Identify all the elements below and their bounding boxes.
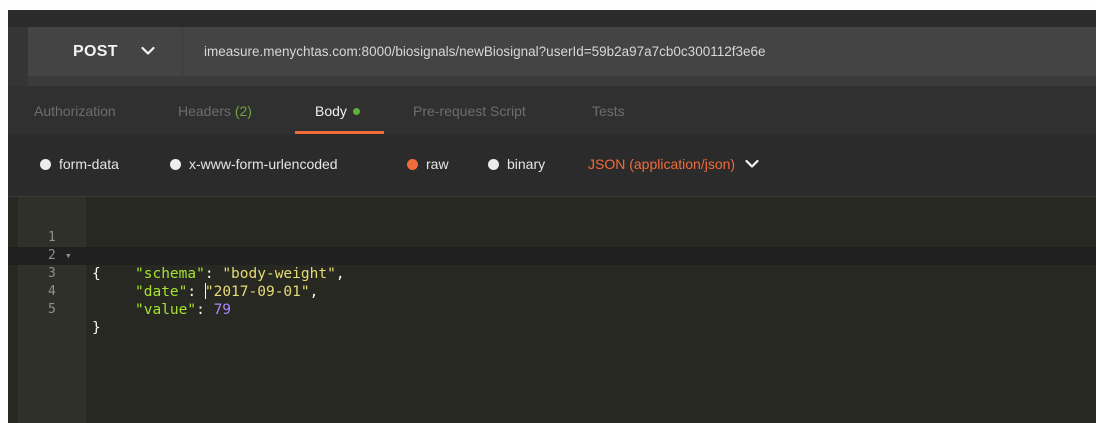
chevron-down-icon	[745, 159, 759, 168]
json-key: "date"	[135, 284, 188, 300]
code-line: 1 ▾ {	[8, 211, 101, 282]
close-brace: }	[92, 320, 101, 336]
content-type-dropdown[interactable]: JSON (application/json)	[588, 154, 759, 174]
request-bar: POST imeasure.menychtas.com:8000/biosign…	[8, 10, 1096, 86]
content-type-label: JSON (application/json)	[588, 156, 736, 172]
open-brace: {	[92, 266, 101, 282]
body-type-selector: form-data x-www-form-urlencoded raw bina…	[8, 134, 1096, 196]
line-number: 5	[48, 302, 56, 317]
tab-headers-label: Headers	[178, 103, 231, 119]
json-key: "schema"	[135, 266, 205, 282]
radio-urlencoded[interactable]: x-www-form-urlencoded	[170, 154, 338, 174]
json-key: "value"	[135, 302, 197, 318]
code-line: 4 "value": 79	[8, 265, 231, 318]
code-line-content: "value": 79	[135, 301, 231, 319]
tab-tests[interactable]: Tests	[592, 103, 625, 119]
radio-bullet-icon	[488, 158, 499, 170]
json-comma: ,	[309, 284, 319, 300]
tab-pre-request-script[interactable]: Pre-request Script	[413, 103, 526, 119]
radio-bullet-selected-icon	[407, 158, 418, 170]
radio-raw[interactable]: raw	[407, 154, 449, 174]
tab-authorization[interactable]: Authorization	[34, 103, 116, 119]
method-label: POST	[73, 43, 118, 60]
sidebar-edge	[8, 27, 28, 86]
method-select[interactable]: POST	[28, 27, 182, 76]
radio-urlencoded-label: x-www-form-urlencoded	[189, 156, 338, 172]
code-line: 3 "date": "2017-09-01",	[8, 247, 318, 300]
code-line: 5 }	[8, 283, 101, 336]
tab-headers[interactable]: Headers (2)	[178, 103, 252, 119]
radio-binary-label: binary	[507, 156, 546, 172]
headers-count-badge: (2)	[234, 103, 252, 119]
url-input[interactable]: imeasure.menychtas.com:8000/biosignals/n…	[183, 27, 1096, 76]
active-line-highlight	[8, 247, 1096, 265]
radio-bullet-icon	[40, 158, 51, 170]
json-separator: :	[187, 284, 205, 300]
request-tabs: Authorization Headers (2) Body Pre-reque…	[8, 86, 1096, 134]
json-string-value: "body-weight"	[222, 266, 336, 282]
json-number-value: 79	[213, 302, 232, 318]
tab-body[interactable]: Body	[315, 103, 360, 119]
postman-window: POST imeasure.menychtas.com:8000/biosign…	[8, 10, 1096, 423]
code-line: 2 "schema": "body-weight",	[8, 229, 345, 282]
json-comma: ,	[335, 266, 345, 282]
code-line-content: "schema": "body-weight",	[135, 265, 345, 283]
code-editor[interactable]: 1 ▾ { 2 "schema": "body-weight", 3 "date…	[8, 196, 1096, 423]
json-separator: :	[196, 302, 214, 318]
radio-binary[interactable]: binary	[488, 154, 545, 174]
radio-form-data[interactable]: form-data	[40, 154, 119, 174]
json-separator: :	[204, 266, 223, 282]
radio-form-data-label: form-data	[59, 156, 119, 172]
radio-raw-label: raw	[426, 156, 449, 172]
tab-body-label: Body	[315, 103, 347, 119]
code-line-content: "date": "2017-09-01",	[135, 283, 318, 301]
request-bar-inner: POST imeasure.menychtas.com:8000/biosign…	[8, 27, 1096, 86]
radio-bullet-icon	[170, 158, 181, 170]
body-active-dot-icon	[352, 108, 360, 115]
json-string-value: "2017-09-01"	[204, 284, 310, 300]
chevron-down-icon	[141, 46, 155, 55]
